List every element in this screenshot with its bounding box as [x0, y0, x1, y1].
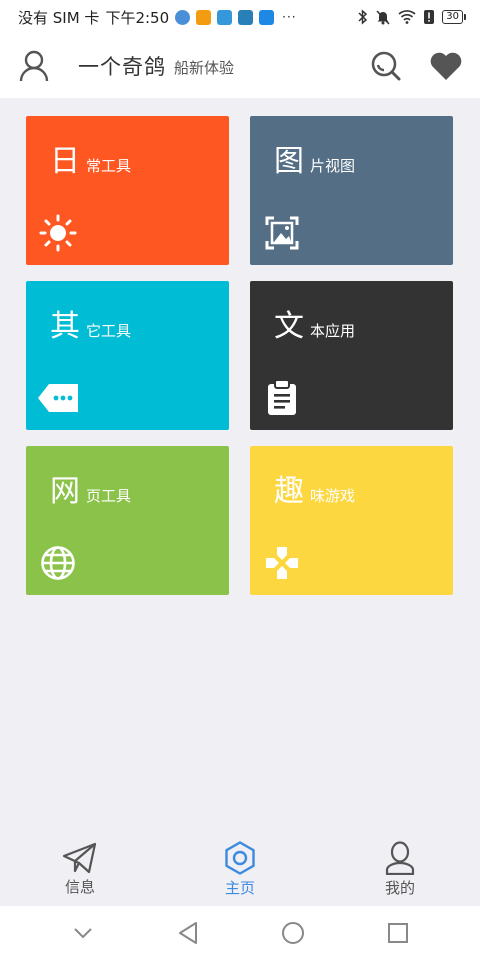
tile-label: 本应用 [310, 322, 356, 340]
mute-bell-icon [376, 10, 390, 25]
nav-item-home[interactable]: 主页 [160, 832, 320, 906]
gamepad-icon [262, 543, 302, 583]
tile-web-tools[interactable]: 网 页工具 [26, 446, 229, 595]
app-notification-icon [175, 9, 191, 25]
recents-icon[interactable] [378, 913, 418, 953]
tile-big-char: 文 [274, 309, 304, 344]
nav-label: 主页 [224, 878, 255, 897]
tile-daily-tools[interactable]: 日 常工具 [26, 116, 229, 265]
tile-label: 常工具 [86, 157, 132, 175]
tile-other-tools[interactable]: 其 它工具 [26, 281, 229, 430]
battery-indicator: 30 [442, 10, 466, 24]
carrier-text: 没有 SIM 卡 [18, 8, 100, 27]
globe-icon [38, 543, 78, 583]
tile-text-app[interactable]: 文 本应用 [250, 281, 453, 430]
app-header: 一个奇鸽 船新体验 [0, 34, 480, 98]
bottom-nav: 信息 主页 我的 [0, 832, 480, 906]
clipboard-icon [262, 378, 302, 418]
more-notifications-icon: ··· [282, 10, 297, 24]
nav-item-profile[interactable]: 我的 [320, 832, 480, 906]
tile-label: 味游戏 [310, 487, 356, 505]
home-circle-icon[interactable] [273, 913, 313, 953]
battery-tip [464, 14, 466, 20]
paper-plane-icon [62, 842, 97, 873]
tile-big-char: 其 [50, 309, 80, 344]
user-icon[interactable] [16, 48, 52, 84]
nav-item-messages[interactable]: 信息 [0, 832, 160, 906]
nav-label: 信息 [64, 877, 95, 896]
tile-big-char: 趣 [274, 474, 304, 509]
tile-fun-games[interactable]: 趣 味游戏 [250, 446, 453, 595]
battery-level: 30 [442, 10, 463, 24]
tag-dots-icon [38, 378, 78, 418]
tile-label: 它工具 [86, 322, 132, 340]
app-subtitle: 船新体验 [174, 58, 235, 77]
chevron-down-icon[interactable] [63, 913, 103, 953]
clock-text: 下午2:50 [105, 8, 170, 27]
tile-label: 页工具 [86, 487, 132, 505]
bluetooth-icon [358, 9, 368, 25]
cursor-app-icon [259, 9, 275, 25]
image-icon [262, 213, 302, 253]
wifi-icon [398, 10, 416, 24]
app-title: 一个奇鸽 [78, 55, 166, 79]
search-icon[interactable] [368, 48, 404, 84]
sun-icon [38, 213, 78, 253]
tile-big-char: 图 [274, 144, 304, 179]
profile-icon [385, 840, 415, 875]
bulb-app-icon [217, 9, 233, 25]
tile-big-char: 网 [50, 474, 80, 509]
back-icon[interactable] [168, 913, 208, 953]
status-bar: 没有 SIM 卡 下午2:50 ··· 30 [0, 0, 480, 34]
alert-icon [424, 10, 435, 24]
tile-big-char: 日 [50, 144, 80, 179]
weather-app-icon [238, 9, 254, 25]
video-app-icon [196, 9, 212, 25]
tile-label: 片视图 [310, 157, 356, 175]
system-nav-bar [0, 906, 480, 960]
tile-image-view[interactable]: 图 片视图 [250, 116, 453, 265]
heart-icon[interactable] [428, 48, 464, 84]
hexagon-icon [225, 840, 255, 875]
nav-label: 我的 [384, 878, 415, 897]
